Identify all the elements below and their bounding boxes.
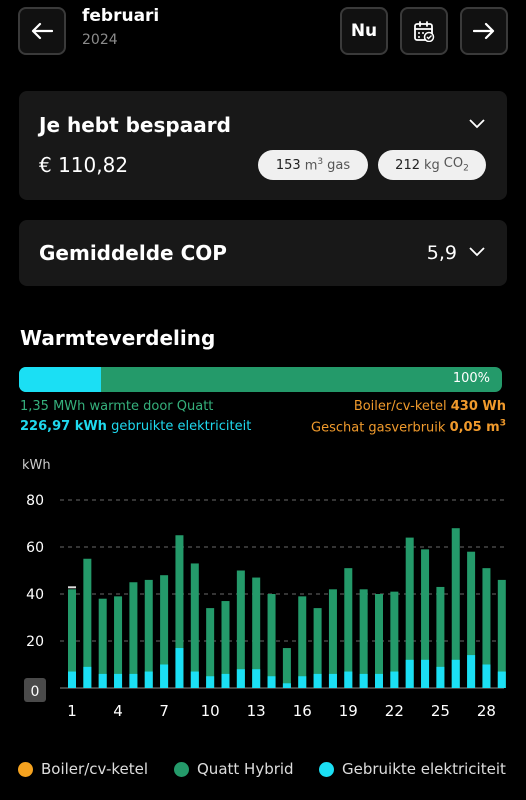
co2-saved-badge: 212 kg CO2 — [378, 150, 486, 180]
bar-electricity-day-28 — [482, 664, 491, 688]
bar-quatt-day-10 — [206, 608, 215, 688]
calendar-button[interactable] — [400, 7, 448, 55]
cop-value: 5,9 — [426, 242, 457, 264]
bar-electricity-day-22 — [390, 671, 399, 688]
gas-label: gas — [327, 157, 351, 173]
y-tick-label-80: 80 — [26, 493, 44, 509]
co2-unit: kg — [424, 157, 440, 173]
savings-card[interactable]: Je hebt bespaard € 110,82 153 m3 gas 212… — [19, 91, 507, 200]
calendar-icon — [414, 21, 435, 42]
electricity-summary: 226,97 kWh gebruikte elektriciteit — [20, 419, 252, 434]
gas-unit: m3 — [304, 156, 324, 174]
month-label: februari — [82, 6, 160, 26]
bar-electricity-day-18 — [328, 673, 337, 688]
bar-electricity-day-26 — [451, 659, 460, 688]
now-button[interactable]: Nu — [340, 7, 388, 55]
bar-electricity-day-27 — [467, 655, 476, 688]
x-tick-label-4: 4 — [113, 702, 123, 720]
bar-electricity-day-16 — [298, 676, 307, 688]
gas-saved-value: 153 — [275, 157, 301, 173]
cop-card[interactable]: Gemiddelde COP 5,9 — [19, 220, 507, 286]
bar-electricity-day-24 — [421, 659, 430, 688]
bar-boiler-day-1 — [68, 586, 76, 589]
bar-electricity-day-6 — [144, 671, 153, 688]
x-tick-label-7: 7 — [159, 702, 169, 720]
y-zero-label: 0 — [31, 684, 40, 700]
daily-energy-chart: kWh 20 40 60 80 0 1 4 7 10 13 16 19 22 25 28 — [22, 458, 506, 720]
cop-title: Gemiddelde COP — [39, 241, 227, 265]
y-tick-label-60: 60 — [26, 540, 44, 556]
bar-electricity-day-4 — [114, 673, 123, 688]
bar-electricity-day-13 — [252, 669, 261, 688]
quatt-heat-summary: 1,35 MWh warmte door Quatt — [20, 399, 214, 414]
chart-legend: Boiler/cv-ketel Quatt Hybrid Gebruikte e… — [0, 760, 526, 786]
boiler-dot-icon — [18, 761, 33, 777]
heat-percent-label: 100% — [452, 371, 490, 386]
bar-quatt-day-14 — [267, 594, 276, 688]
x-tick-label-13: 13 — [247, 702, 266, 720]
previous-month-button[interactable] — [18, 7, 66, 55]
top-bar: februari 2024 Nu — [0, 0, 526, 70]
heat-distribution-title: Warmteverdeling — [20, 326, 216, 350]
x-tick-label-25: 25 — [431, 702, 450, 720]
bar-electricity-day-9 — [190, 671, 199, 688]
bar-electricity-day-8 — [175, 648, 184, 688]
bar-electricity-day-3 — [98, 673, 107, 688]
bar-electricity-day-11 — [221, 673, 230, 688]
bar-electricity-day-29 — [497, 671, 506, 688]
bar-electricity-day-5 — [129, 673, 138, 688]
x-tick-label-19: 19 — [339, 702, 358, 720]
bar-electricity-day-25 — [436, 666, 445, 688]
x-tick-label-1: 1 — [67, 702, 77, 720]
arrow-left-icon — [31, 22, 53, 40]
x-tick-label-16: 16 — [293, 702, 312, 720]
legend-boiler[interactable]: Boiler/cv-ketel — [18, 760, 148, 778]
savings-amount: € 110,82 — [39, 153, 129, 177]
bar-quatt-day-20 — [359, 589, 368, 688]
bar-electricity-day-17 — [313, 673, 322, 688]
year-label: 2024 — [82, 32, 118, 48]
bar-quatt-day-19 — [344, 568, 353, 688]
bar-electricity-day-19 — [344, 671, 353, 688]
heat-distribution-bar: 100% — [19, 367, 502, 392]
electricity-share-fill — [19, 367, 102, 392]
bar-electricity-day-12 — [236, 669, 245, 688]
electricity-dot-icon — [319, 761, 334, 777]
quatt-dot-icon — [174, 761, 189, 777]
co2-saved-value: 212 — [395, 157, 420, 173]
gas-estimate-summary: Geschat gasverbruik 0,05 m3 — [311, 419, 506, 436]
boiler-summary: Boiler/cv-ketel 430 Wh — [353, 399, 506, 414]
x-tick-label-10: 10 — [201, 702, 220, 720]
y-tick-label-20: 20 — [26, 634, 44, 650]
chevron-down-icon[interactable] — [469, 247, 485, 257]
bar-electricity-day-15 — [282, 683, 291, 688]
bar-electricity-day-14 — [267, 676, 276, 688]
x-tick-label-28: 28 — [477, 702, 496, 720]
savings-title: Je hebt bespaard — [39, 113, 231, 137]
x-tick-label-22: 22 — [385, 702, 404, 720]
co2-label: CO2 — [443, 156, 469, 174]
legend-electricity[interactable]: Gebruikte elektriciteit — [319, 760, 506, 778]
chevron-down-icon[interactable] — [469, 119, 485, 129]
bar-electricity-day-23 — [405, 659, 414, 688]
bar-quatt-day-15 — [282, 648, 291, 688]
bar-electricity-day-7 — [160, 664, 169, 688]
y-axis-unit-label: kWh — [22, 458, 51, 473]
bar-electricity-day-21 — [375, 673, 383, 688]
legend-quatt[interactable]: Quatt Hybrid — [174, 760, 294, 778]
bar-quatt-day-16 — [298, 596, 307, 688]
bar-electricity-day-10 — [206, 676, 215, 688]
bar-electricity-day-20 — [359, 673, 368, 688]
bar-electricity-day-2 — [83, 666, 92, 688]
arrow-right-icon — [473, 22, 495, 40]
bar-electricity-day-1 — [68, 671, 76, 688]
y-tick-label-40: 40 — [26, 587, 44, 603]
gas-saved-badge: 153 m3 gas — [258, 150, 368, 180]
next-month-button[interactable] — [460, 7, 508, 55]
bar-quatt-day-18 — [328, 589, 337, 688]
bar-quatt-day-5 — [129, 582, 138, 688]
bar-quatt-day-9 — [190, 563, 199, 688]
